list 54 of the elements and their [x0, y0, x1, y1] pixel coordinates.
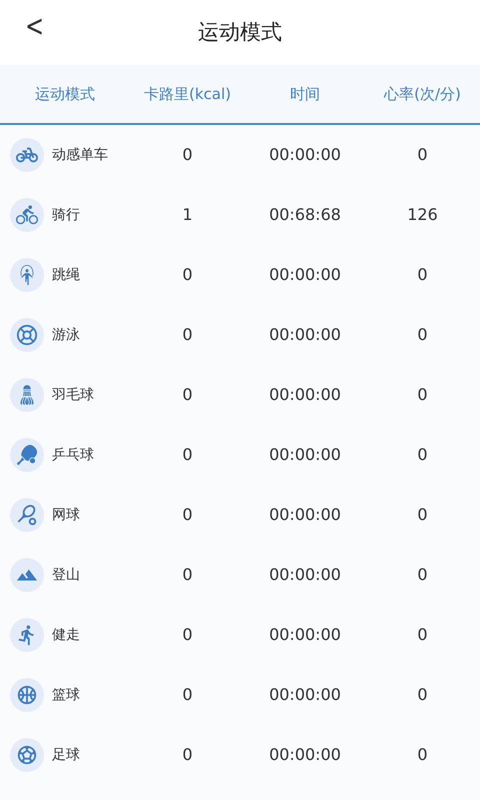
heart-rate-cell-text: 0	[417, 444, 428, 466]
calories-cell-text: 1	[182, 204, 193, 226]
heart-rate-cell-text: 0	[417, 264, 428, 286]
sport-name: 骑行	[52, 206, 80, 224]
sport-name: 篮球	[52, 686, 80, 704]
column-header: 卡路里(kcal)	[144, 84, 231, 105]
lifebuoy-icon	[16, 324, 38, 346]
calories-cell-text: 0	[182, 504, 193, 526]
sport-name: 游泳	[52, 326, 80, 344]
heart-rate-cell-text: 0	[417, 504, 428, 526]
heart-rate-cell-text: 0	[417, 564, 428, 586]
column-header: 运动模式	[35, 84, 95, 105]
calories-cell-text: 0	[182, 384, 193, 406]
heart-rate-cell-text: 126	[407, 204, 438, 226]
time-cell-text: 00:00:00	[269, 744, 341, 766]
cyclist-icon	[16, 204, 38, 226]
back-button[interactable]: <	[25, 12, 44, 42]
time-cell-text: 00:00:00	[269, 504, 341, 526]
time-cell-text: 00:68:68	[269, 204, 341, 226]
calories-cell-text: 0	[182, 564, 193, 586]
time-cell-text: 00:00:00	[269, 324, 341, 346]
calories-cell-text: 0	[182, 624, 193, 646]
sport-name: 羽毛球	[52, 386, 94, 404]
sport-name: 健走	[52, 626, 80, 644]
calories-cell-text: 0	[182, 324, 193, 346]
basketball-icon	[16, 684, 38, 706]
time-cell-text: 00:00:00	[269, 384, 341, 406]
time-cell-text: 00:00:00	[269, 564, 341, 586]
sport-name: 乒乓球	[52, 446, 94, 464]
time-cell-text: 00:00:00	[269, 144, 341, 166]
calories-cell-text: 0	[182, 264, 193, 286]
heart-rate-cell-text: 0	[417, 624, 428, 646]
heart-rate-cell-text: 0	[417, 144, 428, 166]
time-cell-text: 00:00:00	[269, 684, 341, 706]
sport-name: 网球	[52, 506, 80, 524]
calories-cell-text: 0	[182, 684, 193, 706]
sport-name: 动感单车	[52, 146, 108, 164]
calories-cell-text: 0	[182, 144, 193, 166]
calories-cell-text: 0	[182, 444, 193, 466]
time-cell-text: 00:00:00	[269, 444, 341, 466]
time-cell-text: 00:00:00	[269, 264, 341, 286]
page-title: 运动模式	[198, 18, 282, 46]
heart-rate-cell-text: 0	[417, 324, 428, 346]
time-cell-text: 00:00:00	[269, 624, 341, 646]
sport-name: 跳绳	[52, 266, 80, 284]
heart-rate-cell-text: 0	[417, 744, 428, 766]
column-header: 心率(次/分)	[384, 84, 461, 105]
calories-cell-text: 0	[182, 744, 193, 766]
column-header: 时间	[290, 84, 320, 105]
sport-name: 登山	[52, 566, 80, 584]
paddle-icon	[16, 444, 38, 466]
heart-rate-cell-text: 0	[417, 384, 428, 406]
sport-name: 足球	[52, 746, 80, 764]
heart-rate-cell-text: 0	[417, 684, 428, 706]
